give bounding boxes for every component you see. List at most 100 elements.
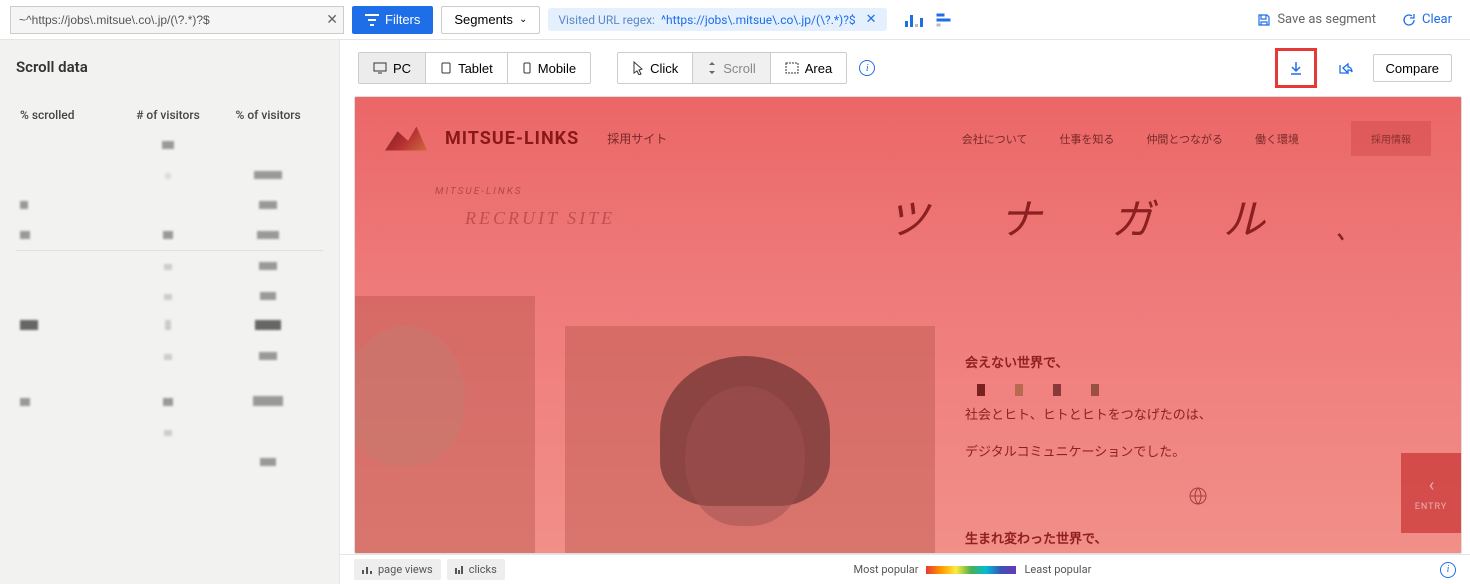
- device-mobile-button[interactable]: Mobile: [508, 53, 590, 83]
- compare-label: Compare: [1386, 61, 1439, 76]
- chip-clicks[interactable]: clicks: [447, 559, 505, 580]
- filters-button[interactable]: Filters: [352, 6, 433, 34]
- table-row: [16, 387, 323, 417]
- site-header: MITSUE-LINKS 採用サイト 会社について 仕事を知る 仲間とつながる …: [355, 97, 1461, 166]
- mobile-icon: [522, 62, 532, 74]
- url-input[interactable]: [10, 6, 344, 34]
- device-mobile-label: Mobile: [538, 61, 576, 76]
- mode-segment: Click Scroll Area: [617, 52, 847, 84]
- share-button[interactable]: [1329, 53, 1361, 83]
- photo-left: [355, 296, 535, 554]
- hero: MITSUE-LINKS RECRUIT SITE ツ ナ ガ ル 、: [355, 166, 1461, 296]
- body-icons: [977, 384, 1431, 396]
- table-row: [16, 447, 323, 477]
- chip-pageviews-label: page views: [378, 563, 433, 576]
- nav-item: 仕事を知る: [1059, 131, 1114, 147]
- heatmap-view[interactable]: MITSUE-LINKS 採用サイト 会社について 仕事を知る 仲間とつながる …: [354, 96, 1462, 554]
- mode-click-button[interactable]: Click: [618, 53, 693, 83]
- entry-button: › ENTRY: [1401, 453, 1461, 533]
- device-pc-label: PC: [393, 61, 411, 76]
- hbar-chart-icon[interactable]: [936, 13, 950, 26]
- refresh-icon: [1402, 13, 1416, 27]
- legend-most: Most popular: [854, 563, 919, 576]
- mode-area-button[interactable]: Area: [771, 53, 846, 83]
- bar-icon: [362, 565, 374, 575]
- legend-least: Least popular: [1024, 563, 1091, 576]
- legend: Most popular Least popular: [854, 563, 1092, 576]
- clear-button[interactable]: Clear: [1402, 12, 1452, 27]
- table-row: [16, 341, 323, 371]
- segments-button[interactable]: Segments ⌄: [441, 6, 540, 34]
- scroll-icon: [707, 61, 717, 75]
- footer-info[interactable]: i: [1440, 562, 1456, 578]
- table-row: [16, 220, 323, 251]
- info-icon[interactable]: i: [859, 60, 875, 76]
- mode-click-label: Click: [650, 61, 678, 76]
- device-segment: PC Tablet Mobile: [358, 52, 591, 84]
- download-icon: [1288, 60, 1304, 76]
- entry-label: ENTRY: [1415, 502, 1448, 512]
- tablet-icon: [440, 62, 452, 74]
- chip-clicks-label: clicks: [469, 563, 497, 576]
- chevron-down-icon: ⌄: [519, 14, 527, 25]
- pill-prefix: Visited URL regex:: [558, 13, 655, 27]
- save-segment-label: Save as segment: [1277, 12, 1376, 27]
- nav-item: 働く環境: [1255, 131, 1299, 147]
- table-row: [16, 281, 323, 311]
- save-segment-button[interactable]: Save as segment: [1257, 12, 1376, 27]
- info-icon[interactable]: i: [1440, 562, 1456, 578]
- nav-item: 仲間とつながる: [1146, 131, 1223, 147]
- mode-scroll-label: Scroll: [723, 61, 756, 76]
- nav-item: 会社について: [962, 131, 1028, 147]
- content-area: PC Tablet Mobile Click Scroll: [340, 40, 1470, 584]
- bar-chart-icon[interactable]: [905, 13, 923, 27]
- sub-toolbar: PC Tablet Mobile Click Scroll: [340, 40, 1470, 96]
- pill-value: ^https://jobs\.mitsue\.co\.jp/(\?.*)?$: [661, 13, 856, 27]
- pill-close-icon[interactable]: ✕: [866, 12, 877, 27]
- footer-bar: page views clicks Most popular Least pop…: [340, 554, 1470, 584]
- monitor-icon: [373, 62, 387, 74]
- logo-subtitle: 採用サイト: [607, 130, 667, 147]
- body-line: 会えない世界で、: [965, 346, 1431, 382]
- clear-label: Clear: [1422, 12, 1452, 27]
- download-button[interactable]: [1280, 53, 1312, 83]
- area-icon: [785, 62, 799, 74]
- body-line: 社会とヒト、ヒトとヒトをつなげたのは、: [965, 398, 1431, 434]
- download-highlight: [1275, 48, 1317, 88]
- globe-icon: [965, 485, 1431, 521]
- filter-icon: [365, 14, 379, 26]
- clear-url-icon[interactable]: ✕: [326, 12, 338, 28]
- clicks-icon: [455, 565, 465, 575]
- site-preview: MITSUE-LINKS 採用サイト 会社について 仕事を知る 仲間とつながる …: [355, 97, 1461, 553]
- table-row: [16, 160, 323, 190]
- top-toolbar: ✕ Filters Segments ⌄ Visited URL regex: …: [0, 0, 1470, 40]
- save-icon: [1257, 13, 1271, 27]
- filters-label: Filters: [385, 12, 420, 27]
- device-pc-button[interactable]: PC: [359, 53, 426, 83]
- device-tablet-button[interactable]: Tablet: [426, 53, 508, 83]
- cursor-icon: [632, 61, 644, 75]
- share-icon: [1337, 60, 1353, 76]
- sidebar-title: Scroll data: [16, 58, 323, 76]
- mode-area-label: Area: [805, 61, 832, 76]
- nav-cta: 採用情報: [1351, 121, 1431, 156]
- hero-small: MITSUE-LINKS: [435, 186, 523, 197]
- compare-button[interactable]: Compare: [1373, 54, 1452, 82]
- hero-jp-letters: ツ ナ ガ ル 、: [887, 186, 1361, 247]
- sidebar: Scroll data % scrolled # of visitors % o…: [0, 40, 340, 584]
- col-scrolled: % scrolled: [20, 108, 119, 122]
- body-line: 生まれ変わった世界で、: [965, 522, 1431, 554]
- table-row: [16, 371, 323, 387]
- chart-type-icons: [905, 13, 950, 27]
- table-row: [16, 311, 323, 341]
- hero-title: RECRUIT SITE: [465, 208, 615, 229]
- chip-pageviews[interactable]: page views: [354, 559, 441, 580]
- segments-label: Segments: [454, 12, 513, 27]
- body-line: デジタルコミュニケーションでした。: [965, 435, 1431, 471]
- table-row: [16, 251, 323, 281]
- site-nav: 会社について 仕事を知る 仲間とつながる 働く環境 採用情報: [962, 121, 1431, 156]
- filter-pill[interactable]: Visited URL regex: ^https://jobs\.mitsue…: [548, 8, 886, 31]
- device-tablet-label: Tablet: [458, 61, 493, 76]
- legend-gradient: [926, 566, 1016, 574]
- mode-scroll-button[interactable]: Scroll: [693, 53, 771, 83]
